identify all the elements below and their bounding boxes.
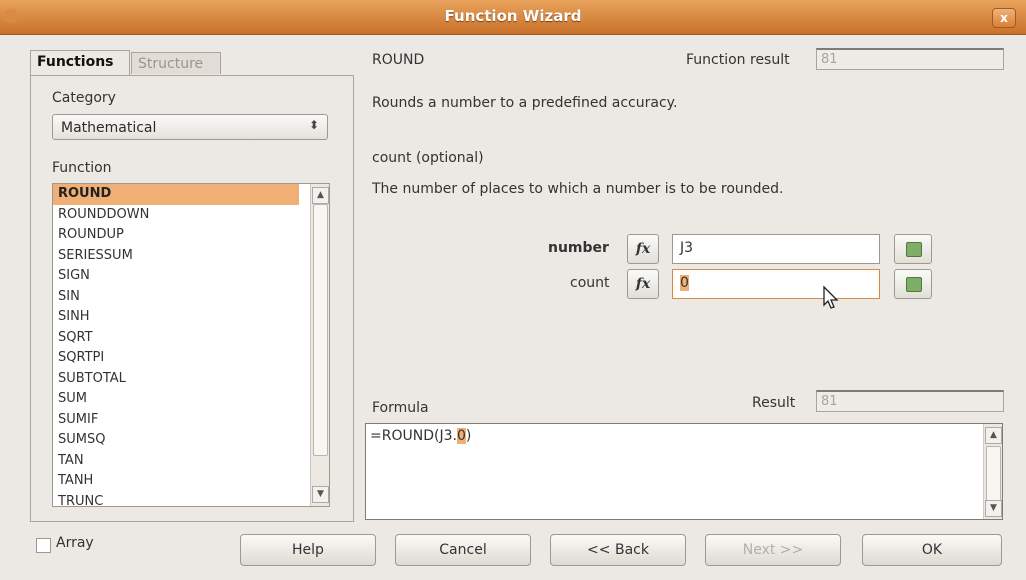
category-selected-value: Mathematical bbox=[61, 120, 157, 136]
shrink-number-button[interactable] bbox=[894, 234, 932, 264]
mouse-cursor-icon bbox=[823, 285, 839, 309]
function-list-item[interactable]: SUM bbox=[53, 389, 299, 410]
fx-icon[interactable]: fx bbox=[627, 269, 659, 299]
function-list-item[interactable]: SQRTPI bbox=[53, 348, 299, 369]
argument-count-label: count bbox=[570, 275, 610, 291]
shrink-count-button[interactable] bbox=[894, 269, 932, 299]
function-list-item[interactable]: TANH bbox=[53, 471, 299, 492]
shrink-icon bbox=[906, 242, 922, 257]
function-description: Rounds a number to a predefined accuracy… bbox=[372, 95, 678, 111]
formula-editor[interactable]: =ROUND(J3.0) ▲ ▼ bbox=[365, 423, 1003, 520]
function-list-item[interactable]: TRUNC bbox=[53, 492, 299, 507]
shrink-icon bbox=[906, 277, 922, 292]
formula-label: Formula bbox=[372, 400, 429, 416]
array-label: Array bbox=[56, 535, 94, 551]
function-list-item[interactable]: SINH bbox=[53, 307, 299, 328]
tab-functions[interactable]: Functions bbox=[30, 50, 130, 76]
window-title: Function Wizard bbox=[444, 7, 582, 25]
function-listbox[interactable]: ROUND ROUNDDOWN ROUNDUP SERIESSUM SIGN SIN SIN… bbox=[52, 183, 330, 507]
scroll-up-icon[interactable]: ▲ bbox=[985, 427, 1002, 444]
function-list-item[interactable]: ROUND bbox=[53, 184, 299, 205]
function-result-label: Function result bbox=[686, 52, 790, 68]
result-label: Result bbox=[752, 395, 796, 411]
scroll-up-icon[interactable]: ▲ bbox=[312, 187, 329, 204]
formula-text: =ROUND(J3.0) bbox=[370, 428, 472, 444]
function-list-item[interactable]: SUBTOTAL bbox=[53, 369, 299, 390]
function-name: ROUND bbox=[372, 52, 425, 68]
back-button[interactable]: << Back bbox=[550, 534, 686, 566]
ok-button[interactable]: OK bbox=[862, 534, 1002, 566]
argument-title: count (optional) bbox=[372, 150, 484, 166]
scroll-thumb[interactable] bbox=[313, 204, 328, 456]
function-list-item[interactable]: SUMIF bbox=[53, 410, 299, 431]
function-list-item[interactable]: SIGN bbox=[53, 266, 299, 287]
argument-description: The number of places to which a number i… bbox=[372, 181, 784, 197]
formula-scrollbar[interactable]: ▲ ▼ bbox=[983, 424, 1002, 519]
help-button[interactable]: Help bbox=[240, 534, 376, 566]
category-select[interactable]: Mathematical ⬍ bbox=[52, 114, 328, 140]
function-list-item[interactable]: SQRT bbox=[53, 328, 299, 349]
function-list-item[interactable]: SERIESSUM bbox=[53, 246, 299, 267]
argument-number-input[interactable]: J3 bbox=[672, 234, 880, 264]
title-bar: Function Wizard x bbox=[0, 0, 1026, 35]
category-label: Category bbox=[52, 90, 116, 106]
function-list: ROUND ROUNDDOWN ROUNDUP SERIESSUM SIGN SIN SIN… bbox=[53, 184, 329, 507]
close-button[interactable]: x bbox=[992, 8, 1016, 28]
tab-structure[interactable]: Structure bbox=[131, 52, 221, 74]
argument-count-input[interactable]: 0 bbox=[672, 269, 880, 299]
result-field: 81 bbox=[816, 390, 1004, 412]
function-list-item[interactable]: TAN bbox=[53, 451, 299, 472]
scroll-down-icon[interactable]: ▼ bbox=[985, 500, 1002, 517]
function-list-item[interactable]: SIN bbox=[53, 287, 299, 308]
function-wizard-window: Function Wizard x Functions Structure Ca… bbox=[0, 0, 1026, 580]
function-label: Function bbox=[52, 160, 112, 176]
next-button[interactable]: Next >> bbox=[705, 534, 841, 566]
cancel-button[interactable]: Cancel bbox=[395, 534, 531, 566]
argument-number-label: number bbox=[548, 240, 609, 256]
function-list-scrollbar[interactable]: ▲ ▼ bbox=[310, 184, 329, 506]
fx-icon[interactable]: fx bbox=[627, 234, 659, 264]
array-checkbox[interactable] bbox=[36, 538, 51, 553]
function-result-field: 81 bbox=[816, 48, 1004, 70]
function-list-item[interactable]: ROUNDUP bbox=[53, 225, 299, 246]
scroll-thumb[interactable] bbox=[986, 446, 1001, 503]
function-list-item[interactable]: SUMSQ bbox=[53, 430, 299, 451]
select-arrows-icon: ⬍ bbox=[308, 118, 319, 132]
function-list-item[interactable]: ROUNDDOWN bbox=[53, 205, 299, 226]
scroll-down-icon[interactable]: ▼ bbox=[312, 486, 329, 503]
